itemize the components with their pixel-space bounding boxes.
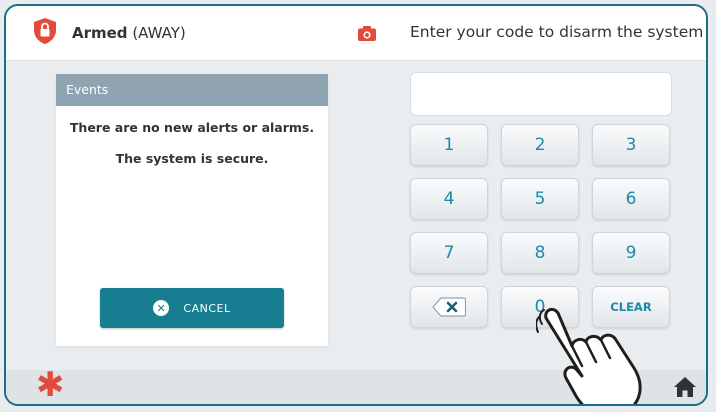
events-panel: Events There are no new alerts or alarms… xyxy=(56,74,328,346)
key-2[interactable]: 2 xyxy=(501,124,579,166)
code-input[interactable] xyxy=(410,72,672,116)
arm-status-label: Armed xyxy=(72,24,128,42)
key-8[interactable]: 8 xyxy=(501,232,579,274)
backspace-button[interactable] xyxy=(410,286,488,328)
pointing-hand-icon xyxy=(536,307,642,404)
key-7[interactable]: 7 xyxy=(410,232,488,274)
top-bar: Armed (AWAY) Enter your code to disarm t… xyxy=(6,6,706,61)
arm-status-mode: (AWAY) xyxy=(132,24,186,42)
home-icon[interactable] xyxy=(674,377,696,397)
events-no-alerts-text: There are no new alerts or alarms. xyxy=(69,120,315,135)
cancel-button-label: CANCEL xyxy=(183,301,231,315)
events-title: Events xyxy=(56,74,328,106)
backspace-icon xyxy=(432,297,466,317)
panel-frame: Armed (AWAY) Enter your code to disarm t… xyxy=(4,4,708,406)
arm-status: Armed (AWAY) xyxy=(72,24,186,42)
cancel-button[interactable]: ✕ CANCEL xyxy=(100,288,284,328)
camera-icon[interactable] xyxy=(358,26,376,41)
close-circle-icon: ✕ xyxy=(153,300,170,316)
shield-lock-icon[interactable] xyxy=(34,18,56,44)
key-9[interactable]: 9 xyxy=(592,232,670,274)
asterisk-icon[interactable]: ✱ xyxy=(36,368,65,402)
key-6[interactable]: 6 xyxy=(592,178,670,220)
key-4[interactable]: 4 xyxy=(410,178,488,220)
events-secure-text: The system is secure. xyxy=(115,151,269,166)
key-3[interactable]: 3 xyxy=(592,124,670,166)
disarm-prompt: Enter your code to disarm the system xyxy=(410,23,704,41)
key-1[interactable]: 1 xyxy=(410,124,488,166)
key-5[interactable]: 5 xyxy=(501,178,579,220)
